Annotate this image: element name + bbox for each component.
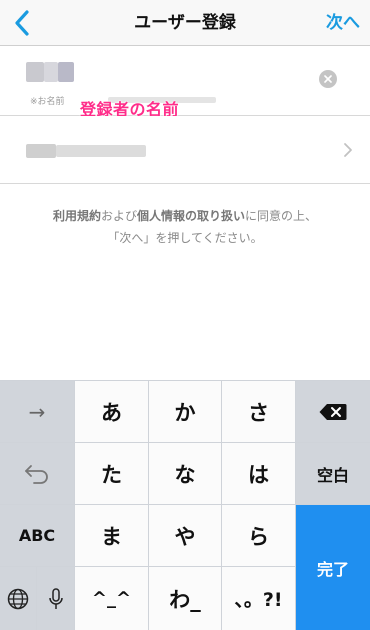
done-key[interactable]: 完了 bbox=[296, 505, 370, 630]
redacted-value bbox=[56, 145, 146, 157]
key-ya[interactable]: や bbox=[149, 505, 221, 566]
key-ma[interactable]: ま bbox=[75, 505, 148, 566]
globe-key[interactable] bbox=[0, 567, 36, 630]
redacted-value bbox=[26, 144, 56, 158]
chevron-right-icon bbox=[340, 141, 356, 159]
page-title: ユーザー登録 bbox=[134, 13, 236, 33]
chevron-left-icon bbox=[15, 10, 29, 36]
key-ra[interactable]: ら bbox=[222, 505, 295, 566]
name-hint: ※お名前 bbox=[30, 97, 65, 107]
agreement-text: 利用規約および個人情報の取り扱いに同意の上、 「次へ」を押してください。 bbox=[0, 205, 370, 249]
microphone-key[interactable] bbox=[37, 567, 74, 630]
key-wa[interactable]: わ_ bbox=[149, 567, 221, 630]
microphone-icon bbox=[48, 587, 63, 609]
close-icon bbox=[324, 75, 332, 83]
key-na[interactable]: な bbox=[149, 443, 221, 504]
redacted-name bbox=[26, 62, 44, 82]
next-button[interactable]: 次へ bbox=[326, 0, 360, 46]
agreement-suffix: に同意の上、 bbox=[245, 209, 318, 223]
navigation-bar: ユーザー登録 次へ bbox=[0, 0, 370, 46]
clear-button[interactable] bbox=[319, 70, 337, 88]
key-sa[interactable]: さ bbox=[222, 381, 295, 442]
key-kaomoji[interactable]: ^_^ bbox=[75, 567, 148, 630]
key-ha[interactable]: は bbox=[222, 443, 295, 504]
key-ta[interactable]: た bbox=[75, 443, 148, 504]
redacted-name bbox=[44, 62, 58, 82]
keyboard: → あ か さ た な は 空白 ABC ま や ら 完了 ^_^ わ_ 、。?… bbox=[0, 380, 370, 630]
privacy-link[interactable]: 個人情報の取り扱い bbox=[137, 209, 245, 223]
agreement-connector: および bbox=[100, 209, 137, 223]
globe-icon bbox=[7, 588, 29, 609]
abc-key[interactable]: ABC bbox=[0, 505, 74, 566]
arrow-key[interactable]: → bbox=[0, 381, 74, 442]
terms-link[interactable]: 利用規約 bbox=[53, 209, 101, 223]
back-button[interactable] bbox=[4, 4, 40, 42]
undo-icon bbox=[25, 464, 48, 484]
redacted-name bbox=[58, 62, 74, 82]
key-a[interactable]: あ bbox=[75, 381, 148, 442]
space-key[interactable]: 空白 bbox=[296, 443, 370, 504]
name-field[interactable]: ※お名前 登録者の名前 bbox=[0, 46, 370, 119]
selection-row[interactable] bbox=[0, 116, 370, 184]
delete-key[interactable] bbox=[296, 381, 370, 442]
undo-key[interactable] bbox=[0, 443, 74, 504]
agreement-instruction: 「次へ」を押してください。 bbox=[107, 231, 263, 245]
backspace-icon bbox=[319, 403, 347, 420]
key-punctuation[interactable]: 、。?! bbox=[222, 567, 295, 630]
key-ka[interactable]: か bbox=[149, 381, 221, 442]
